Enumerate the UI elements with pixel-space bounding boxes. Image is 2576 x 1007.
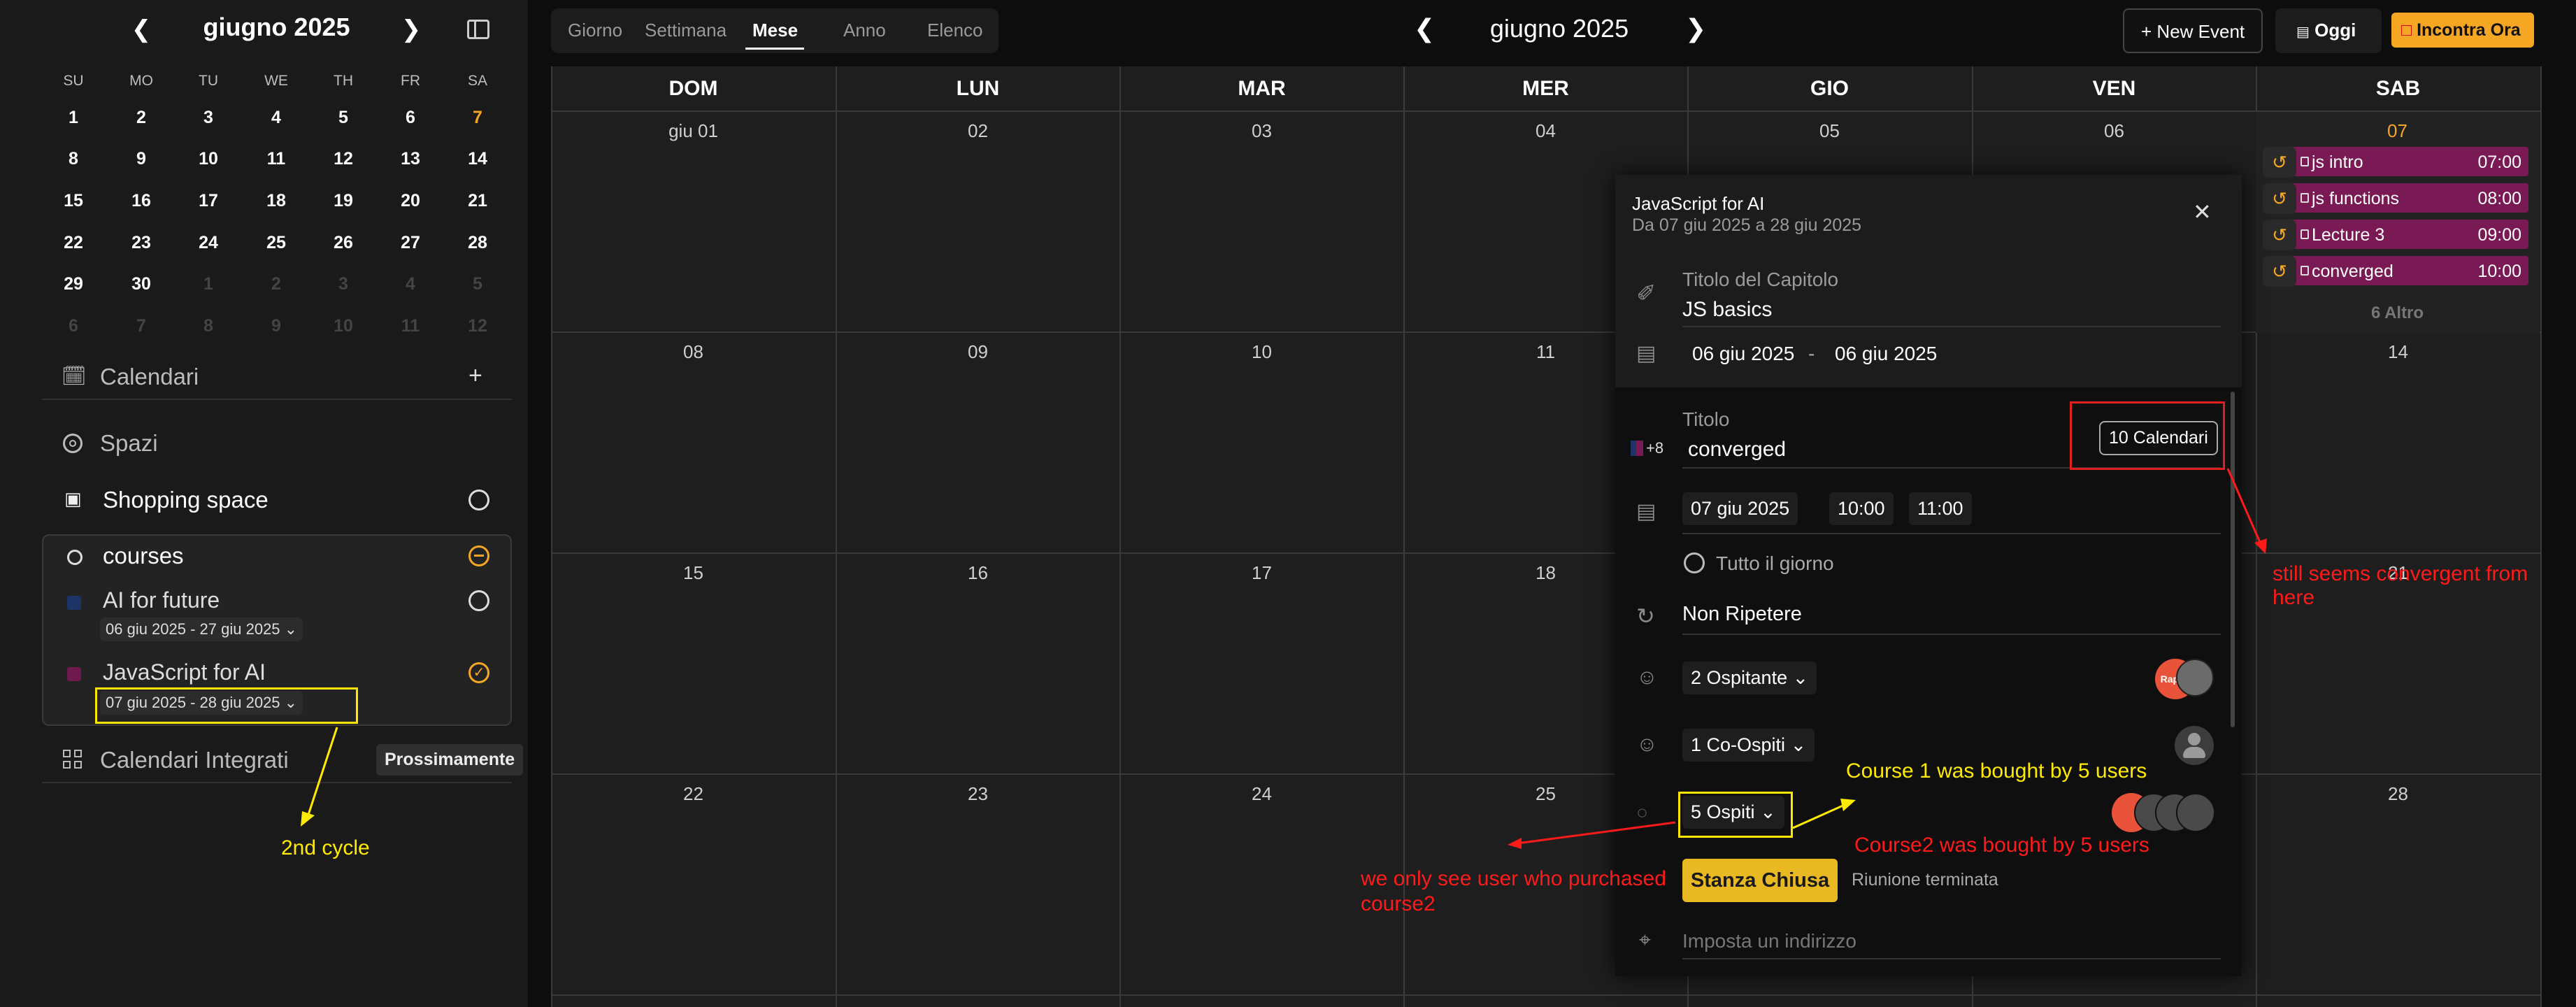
arrow-convergent-head (2254, 538, 2267, 554)
arrow-course1 (1792, 803, 1847, 829)
app-root: ❮ giugno 2025 ❯ SU MO TU WE TH FR SA 1 2 3 4 5 6 7 8 9 1… (0, 0, 2576, 1007)
arrow-only-see-head (1508, 838, 1522, 849)
annotation-course1-bought: Course 1 was bought by 5 users (1846, 759, 2147, 783)
arrow-2nd-cycle-head (301, 811, 315, 827)
arrow-convergent (2226, 468, 2263, 546)
annotation-box-calendars (2070, 401, 2225, 470)
annotation-course2-bought: Course2 was bought by 5 users (1854, 834, 2149, 857)
annotation-convergent-2: here (2273, 586, 2315, 609)
annotation-box-guests (1678, 792, 1793, 838)
annotation-2nd-cycle: 2nd cycle (281, 836, 370, 859)
annotation-arrows (301, 468, 2267, 849)
arrow-course1-head (1840, 799, 1856, 811)
annotation-convergent-1: still seems convergent from (2273, 562, 2528, 585)
annotation-only-see-1: we only see user who purchased (1361, 867, 1666, 890)
arrow-only-see (1517, 821, 1676, 845)
annotation-only-see-2: course2 (1361, 892, 1436, 915)
arrow-2nd-cycle (306, 727, 338, 817)
